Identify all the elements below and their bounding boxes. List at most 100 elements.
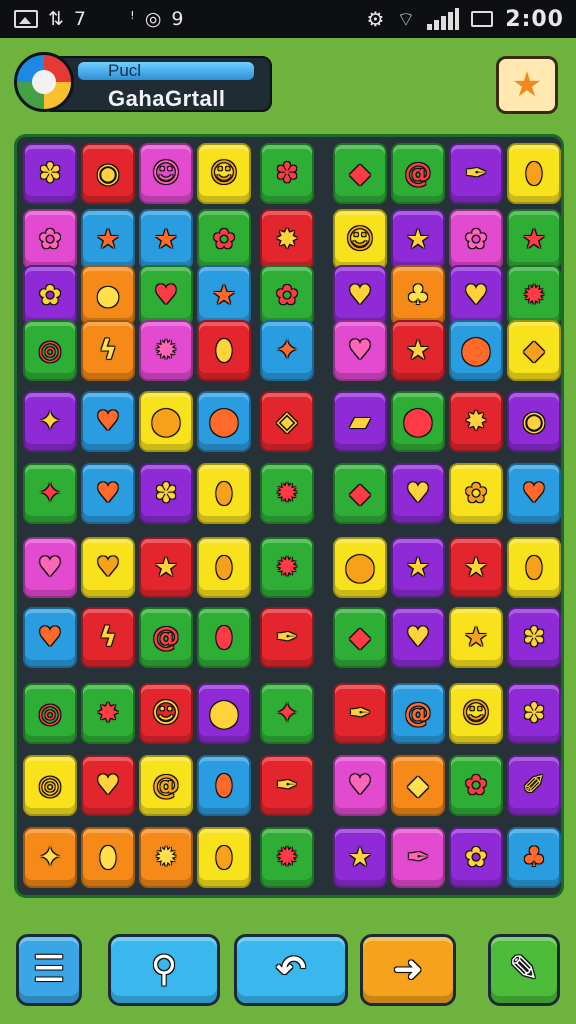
tile-4-8[interactable]: ◉ (507, 391, 561, 452)
tile-9-8[interactable]: ✐ (507, 755, 561, 816)
tile-10-1[interactable]: ⬮ (81, 827, 135, 888)
tile-10-4[interactable]: ✹ (260, 827, 314, 888)
tile-6-0[interactable]: ♥ (23, 537, 77, 598)
tile-6-1[interactable]: ♥ (81, 537, 135, 598)
tile-8-5[interactable]: ✒ (333, 683, 387, 744)
tile-1-1[interactable]: ★ (81, 209, 135, 270)
tile-10-0[interactable]: ✦ (23, 827, 77, 888)
tile-10-8[interactable]: ♣ (507, 827, 561, 888)
tile-3-0[interactable]: ◎ (23, 320, 77, 381)
tile-9-2[interactable]: @ (139, 755, 193, 816)
tile-0-3[interactable]: ☺ (197, 143, 251, 204)
tile-0-8[interactable]: ⬮ (507, 143, 561, 204)
tile-3-6[interactable]: ★ (391, 320, 445, 381)
tile-0-1[interactable]: ◉ (81, 143, 135, 204)
tile-2-0[interactable]: ✿ (23, 265, 77, 326)
tile-2-6[interactable]: ♣ (391, 265, 445, 326)
tile-0-7[interactable]: ✒ (449, 143, 503, 204)
tile-9-0[interactable]: ◎ (23, 755, 77, 816)
menu-button[interactable]: ☰ (16, 934, 82, 1006)
tile-3-2[interactable]: ✹ (139, 320, 193, 381)
tile-7-5[interactable]: ◆ (333, 607, 387, 668)
tile-5-5[interactable]: ◆ (333, 463, 387, 524)
tile-1-4[interactable]: ✸ (260, 209, 314, 270)
tile-6-4[interactable]: ✹ (260, 537, 314, 598)
tile-6-8[interactable]: ⬮ (507, 537, 561, 598)
tile-0-2[interactable]: ☺ (139, 143, 193, 204)
tile-2-7[interactable]: ♥ (449, 265, 503, 326)
tile-1-3[interactable]: ✿ (197, 209, 251, 270)
tile-4-6[interactable]: ⬤ (391, 391, 445, 452)
tile-3-7[interactable]: ⬤ (449, 320, 503, 381)
tile-6-2[interactable]: ★ (139, 537, 193, 598)
tile-3-5[interactable]: ♥ (333, 320, 387, 381)
tile-10-3[interactable]: ⬮ (197, 827, 251, 888)
tile-7-0[interactable]: ♥ (23, 607, 77, 668)
tile-8-3[interactable]: ⬤ (197, 683, 251, 744)
search-button[interactable]: ⚲ (108, 934, 220, 1006)
tile-3-8[interactable]: ◆ (507, 320, 561, 381)
tile-2-2[interactable]: ♥ (139, 265, 193, 326)
edit-button[interactable]: ✎ (488, 934, 560, 1006)
tile-0-6[interactable]: @ (391, 143, 445, 204)
tile-0-0[interactable]: ✽ (23, 143, 77, 204)
tile-7-7[interactable]: ★ (449, 607, 503, 668)
tile-8-0[interactable]: ◎ (23, 683, 77, 744)
tile-0-4[interactable]: ✽ (260, 143, 314, 204)
tile-5-1[interactable]: ♥ (81, 463, 135, 524)
tile-1-2[interactable]: ★ (139, 209, 193, 270)
undo-button[interactable]: ↶ (234, 934, 348, 1006)
tile-8-4[interactable]: ✦ (260, 683, 314, 744)
tile-9-7[interactable]: ✿ (449, 755, 503, 816)
tile-6-3[interactable]: ⬮ (197, 537, 251, 598)
tile-8-8[interactable]: ✽ (507, 683, 561, 744)
tile-1-8[interactable]: ★ (507, 209, 561, 270)
tile-9-3[interactable]: ⬮ (197, 755, 251, 816)
tile-1-5[interactable]: ☺ (333, 209, 387, 270)
tile-5-3[interactable]: ⬮ (197, 463, 251, 524)
tile-9-4[interactable]: ✒ (260, 755, 314, 816)
tile-10-5[interactable]: ★ (333, 827, 387, 888)
tile-9-5[interactable]: ♥ (333, 755, 387, 816)
tile-5-0[interactable]: ✦ (23, 463, 77, 524)
tile-9-1[interactable]: ♥ (81, 755, 135, 816)
tile-8-6[interactable]: @ (391, 683, 445, 744)
tile-5-6[interactable]: ♥ (391, 463, 445, 524)
tile-2-5[interactable]: ♥ (333, 265, 387, 326)
tile-9-6[interactable]: ◆ (391, 755, 445, 816)
tile-5-2[interactable]: ✽ (139, 463, 193, 524)
tile-4-7[interactable]: ✸ (449, 391, 503, 452)
tile-6-7[interactable]: ★ (449, 537, 503, 598)
tile-3-1[interactable]: ϟ (81, 320, 135, 381)
tile-3-4[interactable]: ✦ (260, 320, 314, 381)
tile-7-1[interactable]: ϟ (81, 607, 135, 668)
tile-5-4[interactable]: ✹ (260, 463, 314, 524)
tile-4-4[interactable]: ◈ (260, 391, 314, 452)
tile-4-0[interactable]: ✦ (23, 391, 77, 452)
tile-4-2[interactable]: ⬤ (139, 391, 193, 452)
tile-7-8[interactable]: ✽ (507, 607, 561, 668)
tile-1-0[interactable]: ✿ (23, 209, 77, 270)
tile-3-3[interactable]: ⬮ (197, 320, 251, 381)
tile-8-2[interactable]: ☺ (139, 683, 193, 744)
tile-2-4[interactable]: ✿ (260, 265, 314, 326)
tile-2-3[interactable]: ★ (197, 265, 251, 326)
tile-7-2[interactable]: @ (139, 607, 193, 668)
tile-7-4[interactable]: ✒ (260, 607, 314, 668)
star-button[interactable]: ★ (496, 56, 558, 114)
tile-2-1[interactable]: ● (81, 265, 135, 326)
tile-6-5[interactable]: ⬤ (333, 537, 387, 598)
tile-8-7[interactable]: ☺ (449, 683, 503, 744)
tile-6-6[interactable]: ★ (391, 537, 445, 598)
tile-4-3[interactable]: ⬤ (197, 391, 251, 452)
tile-1-6[interactable]: ★ (391, 209, 445, 270)
next-button[interactable]: ➜ (360, 934, 456, 1006)
tile-7-3[interactable]: ⬮ (197, 607, 251, 668)
tile-8-1[interactable]: ✸ (81, 683, 135, 744)
tile-4-5[interactable]: ▰ (333, 391, 387, 452)
tile-4-1[interactable]: ♥ (81, 391, 135, 452)
tile-1-7[interactable]: ✿ (449, 209, 503, 270)
tile-10-7[interactable]: ✿ (449, 827, 503, 888)
tile-5-7[interactable]: ✿ (449, 463, 503, 524)
tile-7-6[interactable]: ♥ (391, 607, 445, 668)
